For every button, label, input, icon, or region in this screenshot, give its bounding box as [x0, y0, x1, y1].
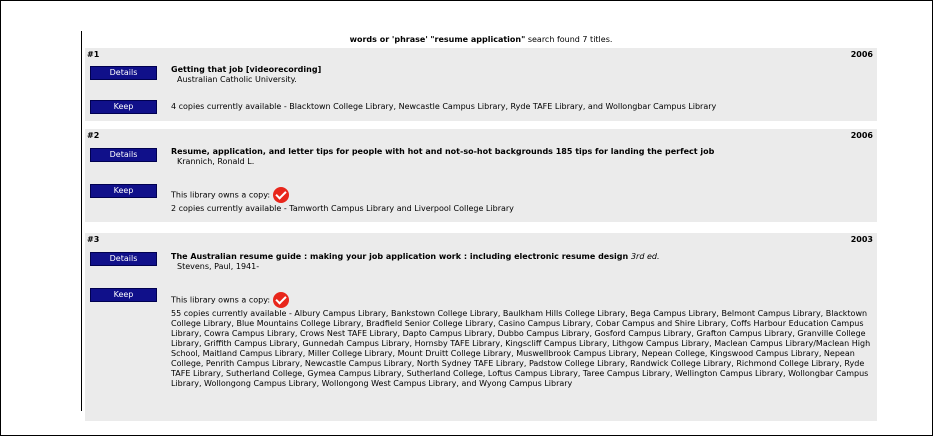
record-author: Krannich, Ronald L.	[177, 157, 255, 166]
owns-label: This library owns a copy:	[171, 295, 271, 305]
record-title[interactable]: Getting that job [videorecording]	[171, 65, 321, 74]
record-year: 2003	[850, 235, 873, 244]
summary-query: "resume application"	[430, 35, 526, 44]
left-divider	[81, 31, 82, 411]
record-author: Australian Catholic University.	[177, 75, 297, 84]
record-number: #2	[87, 131, 100, 140]
record-year: 2006	[850, 50, 873, 59]
result-record-2: #2 2006 Details Resume, application, and…	[85, 129, 877, 222]
record-author: Stevens, Paul, 1941-	[177, 262, 260, 271]
copies-available: 55 copies currently available - Albury C…	[171, 309, 871, 388]
details-button[interactable]: Details	[90, 252, 157, 266]
checkmark-icon	[273, 187, 290, 203]
summary-prefix: words or 'phrase'	[349, 35, 428, 44]
library-owns-copy: This library owns a copy:	[171, 187, 290, 203]
record-number: #3	[87, 235, 100, 244]
copies-available: 2 copies currently available - Tamworth …	[171, 204, 514, 213]
result-record-3: #3 2003 Details The Australian resume gu…	[85, 233, 877, 421]
owns-label: This library owns a copy:	[171, 190, 271, 200]
checkmark-icon	[273, 292, 290, 308]
summary-suffix: search found 7 titles.	[527, 35, 613, 44]
result-record-1: #1 2006 Details Getting that job [videor…	[85, 48, 877, 121]
details-button[interactable]: Details	[90, 66, 157, 80]
library-owns-copy: This library owns a copy:	[171, 292, 290, 308]
record-title[interactable]: Resume, application, and letter tips for…	[171, 147, 714, 156]
record-title[interactable]: The Australian resume guide : making you…	[171, 252, 660, 261]
results-area: words or 'phrase' "resume application" s…	[85, 31, 877, 421]
details-button[interactable]: Details	[90, 148, 157, 162]
record-number: #1	[87, 50, 100, 59]
record-year: 2006	[850, 131, 873, 140]
copies-available: 4 copies currently available - Blacktown…	[171, 102, 717, 111]
keep-button[interactable]: Keep	[90, 288, 157, 302]
keep-button[interactable]: Keep	[90, 100, 157, 114]
keep-button[interactable]: Keep	[90, 184, 157, 198]
record-title-text: The Australian resume guide : making you…	[171, 252, 629, 261]
search-summary: words or 'phrase' "resume application" s…	[85, 35, 877, 44]
record-edition: 3rd ed.	[630, 252, 660, 261]
page-frame: words or 'phrase' "resume application" s…	[0, 0, 933, 436]
